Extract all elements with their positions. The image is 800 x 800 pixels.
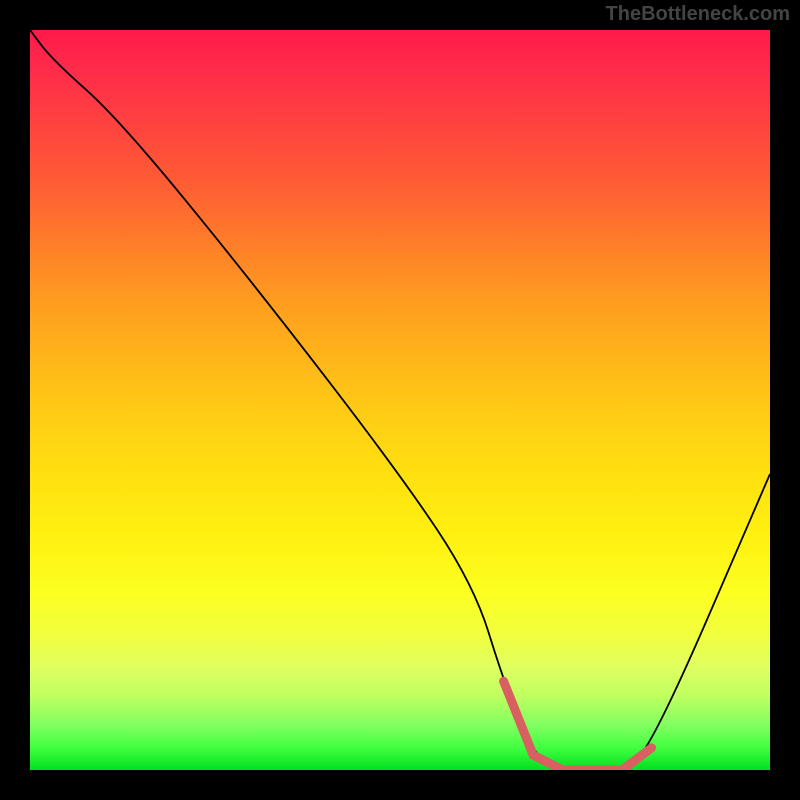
watermark-text: TheBottleneck.com <box>606 3 790 26</box>
plot-area <box>30 30 770 770</box>
optimal-range-highlight <box>504 681 652 770</box>
chart-svg <box>30 30 770 770</box>
bottleneck-curve-line <box>30 30 770 770</box>
